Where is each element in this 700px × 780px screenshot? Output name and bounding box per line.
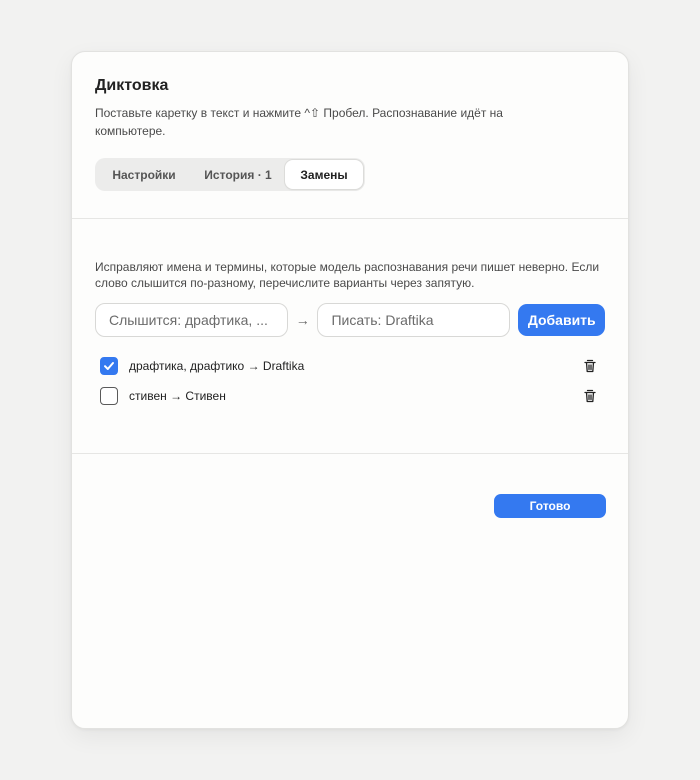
enabled-checkbox[interactable]	[100, 357, 118, 375]
dialog-subtitle: Поставьте каретку в текст и нажмите ^⇧ П…	[95, 106, 503, 138]
replacement-text: стивен → Стивен	[129, 389, 226, 403]
tab-replacements[interactable]: Замены	[285, 160, 363, 189]
tab-settings[interactable]: Настройки	[97, 160, 191, 189]
tab-bar: Настройки История · 1 Замены	[95, 158, 365, 191]
trash-icon[interactable]	[582, 358, 598, 374]
dialog-header: Диктовка Поставьте каретку в текст и наж…	[72, 52, 628, 218]
list-item: стивен → Стивен	[95, 381, 605, 411]
dialog-footer: Готово	[72, 454, 628, 730]
add-button[interactable]: Добавить	[518, 304, 605, 336]
tab-history[interactable]: История · 1	[191, 160, 285, 189]
write-input[interactable]	[317, 303, 511, 337]
list-item: драфтика, драфтико → Draftika	[95, 351, 605, 381]
replacements-description: Исправляют имена и термины, которые моде…	[95, 260, 600, 290]
dictation-dialog: Диктовка Поставьте каретку в текст и наж…	[71, 51, 629, 729]
enabled-checkbox[interactable]	[100, 387, 118, 405]
add-replacement-form: → Добавить	[95, 303, 605, 337]
replacements-panel: Исправляют имена и термины, которые моде…	[72, 219, 628, 453]
dialog-title: Диктовка	[95, 77, 169, 94]
replacement-list: драфтика, драфтико → Draftika стивен → С…	[95, 351, 605, 411]
done-button[interactable]: Готово	[494, 494, 606, 518]
trash-icon[interactable]	[582, 388, 598, 404]
replacement-text: драфтика, драфтико → Draftika	[129, 359, 305, 373]
heard-input[interactable]	[95, 303, 288, 337]
arrow-right-icon: →	[295, 312, 310, 328]
checkmark-icon	[104, 362, 114, 370]
